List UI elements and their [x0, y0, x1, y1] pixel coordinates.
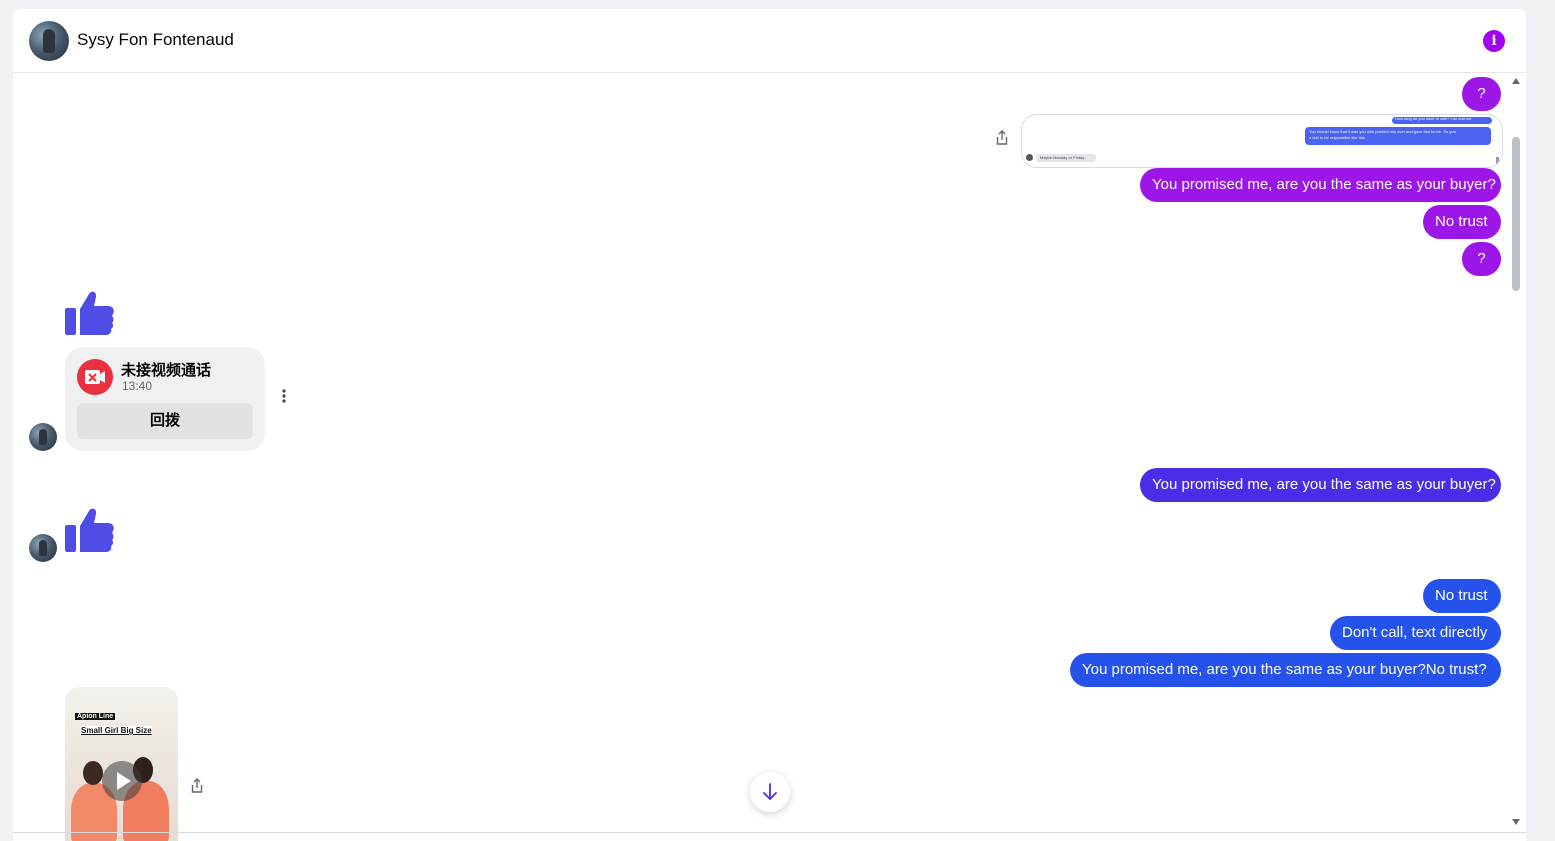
contact-avatar-small[interactable] [29, 423, 57, 451]
video-caption: Apion Line [75, 713, 116, 720]
scroll-down-arrow-icon[interactable] [1512, 819, 1520, 825]
preview-line-3: a rich to be responsible like this. [1309, 135, 1366, 140]
message-bubble[interactable]: You promised me, are you the same as you… [1140, 168, 1501, 202]
callback-button[interactable]: 回拨 [77, 403, 253, 439]
scroll-thumb[interactable] [1512, 137, 1520, 291]
contact-avatar[interactable] [29, 21, 69, 61]
missed-video-call-icon [77, 359, 113, 395]
screenshot-preview[interactable]: How long do you have to wait? You told m… [1021, 114, 1503, 168]
play-icon[interactable] [102, 761, 142, 801]
preview-avatar [1026, 154, 1033, 161]
message-bubble[interactable]: ? [1462, 77, 1501, 111]
info-icon[interactable]: i [1483, 30, 1505, 52]
missed-call-card: 未接视频通话 13:40 回拨 [65, 347, 265, 451]
video-person [83, 761, 103, 785]
missed-call-time: 13:40 [122, 379, 153, 393]
preview-reply: Maybe Monday or Friday [1040, 155, 1085, 160]
preview-line: You should know that it was you who push… [1309, 129, 1489, 141]
thumbs-up-icon[interactable] [65, 288, 115, 338]
composer-divider [13, 832, 1526, 833]
message-bubble[interactable]: ? [1462, 242, 1501, 276]
missed-call-title: 未接视频通话 [121, 362, 212, 379]
contact-name[interactable]: Sysy Fon Fontenaud [77, 30, 234, 50]
chat-header: Sysy Fon Fontenaud i [13, 9, 1526, 73]
message-list: ? How long do you have to wait? You told… [13, 73, 1526, 841]
preview-line: How long do you have to wait? You told m… [1395, 116, 1472, 121]
message-bubble[interactable]: Don't call, text directly [1330, 616, 1501, 650]
preview-scrollbar [1496, 157, 1499, 164]
video-thumbnail[interactable]: Apion Line Small Girl Big Size [65, 687, 178, 841]
message-scrollbar[interactable] [1510, 73, 1526, 841]
chat-panel: Sysy Fon Fontenaud i ? How long do you h… [13, 9, 1526, 841]
more-options-icon[interactable] [281, 387, 287, 405]
message-bubble[interactable]: You promised me, are you the same as you… [1140, 468, 1501, 502]
message-bubble[interactable]: No trust [1423, 205, 1501, 239]
video-caption: Small Girl Big Size [81, 726, 152, 735]
contact-avatar-small[interactable] [29, 534, 57, 562]
scroll-to-bottom-button[interactable] [750, 772, 790, 812]
thumbs-up-icon[interactable] [65, 505, 115, 555]
share-icon[interactable] [189, 777, 205, 795]
message-bubble[interactable]: No trust [1423, 579, 1501, 613]
scroll-up-arrow-icon[interactable] [1512, 78, 1520, 84]
message-bubble[interactable]: You promised me, are you the same as you… [1070, 653, 1501, 687]
share-icon[interactable] [994, 129, 1010, 147]
